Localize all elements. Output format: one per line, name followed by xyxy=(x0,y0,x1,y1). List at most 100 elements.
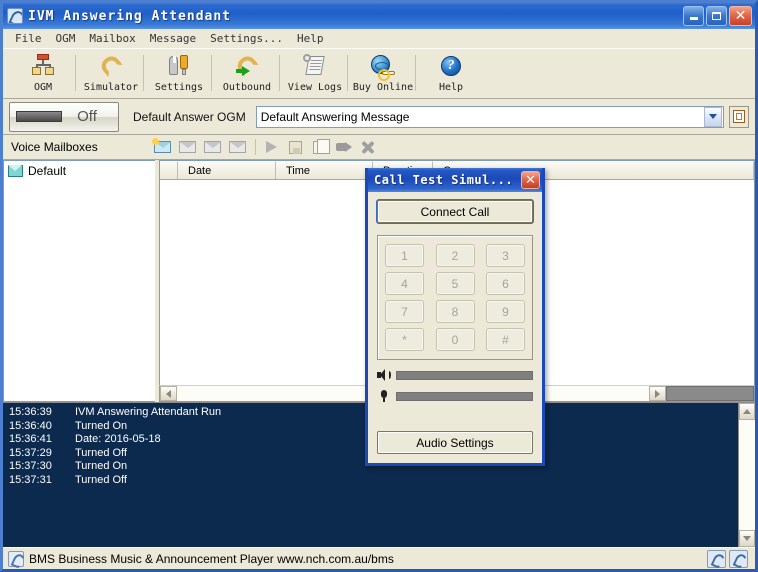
dialpad-key-8[interactable]: 8 xyxy=(435,300,475,323)
toolbar-button-simulator[interactable]: Simulator xyxy=(75,50,145,97)
dialpad-key-5[interactable]: 5 xyxy=(435,272,475,295)
tray-icon-2[interactable] xyxy=(729,549,748,568)
dialpad-key-star[interactable]: * xyxy=(385,328,424,351)
dialpad-key-4[interactable]: 4 xyxy=(385,272,424,295)
dialog-title-bar: Call Test Simul... ✕ xyxy=(368,168,542,192)
scroll-down-button[interactable] xyxy=(739,530,755,547)
scroll-document-icon xyxy=(302,53,328,79)
menu-bar: File OGM Mailbox Message Settings... Hel… xyxy=(3,29,755,48)
menu-item-file[interactable]: File xyxy=(8,31,49,46)
scroll-up-button[interactable] xyxy=(739,403,755,420)
screen: 下载吧 www.xiazaiba.com IVM Answering Atten… xyxy=(0,0,758,572)
dialpad-row: 7 8 9 xyxy=(385,300,525,323)
dialog-body: Connect Call 1 2 3 4 5 6 7 8 9 * 0 # Aud… xyxy=(368,192,542,463)
toolbar-separator xyxy=(255,139,256,155)
answering-toggle[interactable]: Off xyxy=(9,101,119,132)
speaker-level-slider[interactable] xyxy=(396,370,533,380)
save-message-icon[interactable] xyxy=(287,139,305,156)
tree-item-default[interactable]: Default xyxy=(4,161,155,181)
dialpad-key-0[interactable]: 0 xyxy=(435,328,475,351)
dialpad-key-1[interactable]: 1 xyxy=(385,244,424,267)
default-ogm-combobox[interactable]: Default Answering Message xyxy=(255,105,724,128)
org-chart-icon xyxy=(30,53,56,79)
toolbar-label-outbound: Outbound xyxy=(222,82,272,93)
toolbar-button-outbound[interactable]: Outbound xyxy=(211,50,281,97)
export-message-icon[interactable] xyxy=(335,139,353,156)
log-entry: 15:37:31 Turned Off xyxy=(9,474,738,488)
column-header-date[interactable]: Date xyxy=(178,161,276,179)
dialpad-key-3[interactable]: 3 xyxy=(486,244,525,267)
tools-icon xyxy=(166,53,192,79)
chevron-down-icon[interactable] xyxy=(704,106,722,127)
dialpad-key-hash[interactable]: # xyxy=(486,328,525,351)
copy-message-icon[interactable] xyxy=(311,138,330,156)
phone-out-arrow-icon xyxy=(234,52,260,79)
menu-item-settings[interactable]: Settings... xyxy=(203,31,290,46)
menu-item-mailbox[interactable]: Mailbox xyxy=(82,31,142,46)
copy-mailbox-icon[interactable] xyxy=(203,139,223,156)
hscroll-thumb[interactable] xyxy=(666,386,754,401)
log-entry-time: 15:37:29 xyxy=(9,446,52,459)
dialpad-row: * 0 # xyxy=(385,328,525,351)
toolbar-button-ogm[interactable]: OGM xyxy=(9,50,77,97)
close-button[interactable]: ✕ xyxy=(729,6,752,26)
app-phone-icon xyxy=(7,8,23,24)
toolbar-label-ogm: OGM xyxy=(33,82,53,93)
edit-ogm-button[interactable] xyxy=(729,105,749,128)
column-header-icon[interactable] xyxy=(160,161,178,179)
default-answer-ogm-label: Default Answer OGM xyxy=(133,109,246,124)
window-title: IVM Answering Attendant xyxy=(28,8,232,24)
status-text: BMS Business Music & Announcement Player… xyxy=(29,551,394,566)
menu-item-ogm[interactable]: OGM xyxy=(49,31,83,46)
tray-icon-1[interactable] xyxy=(707,549,726,568)
log-entry-text: Date: 2016-05-18 xyxy=(75,433,161,446)
toolbar-button-view-logs[interactable]: View Logs xyxy=(279,50,349,97)
toolbar-button-buy-online[interactable]: Buy Online xyxy=(347,50,417,97)
dialog-close-button[interactable]: ✕ xyxy=(521,171,540,189)
globe-key-icon xyxy=(370,53,396,81)
main-toolbar: OGM Simulator Settings Outbound View Log… xyxy=(3,48,755,99)
scroll-left-button[interactable] xyxy=(160,386,177,401)
menu-item-message[interactable]: Message xyxy=(143,31,203,46)
maximize-button[interactable] xyxy=(706,6,727,26)
mic-level-slider[interactable] xyxy=(396,391,533,401)
toolbar-button-settings[interactable]: Settings xyxy=(143,50,213,97)
audio-settings-button[interactable]: Audio Settings xyxy=(377,431,533,454)
mailbox-icon xyxy=(8,164,24,178)
edit-ogm-icon xyxy=(733,110,745,123)
speaker-level-row xyxy=(377,369,533,381)
dialpad-key-6[interactable]: 6 xyxy=(486,272,525,295)
status-tray xyxy=(707,549,752,568)
minimize-button[interactable] xyxy=(683,6,704,26)
status-app-icon xyxy=(8,550,24,567)
voice-mailboxes-bar: Voice Mailboxes xyxy=(3,135,755,160)
log-entry-time: 15:36:40 xyxy=(9,419,52,432)
column-header-time[interactable]: Time xyxy=(276,161,373,179)
delete-mailbox-icon[interactable] xyxy=(228,139,248,156)
dialpad-key-9[interactable]: 9 xyxy=(486,300,525,323)
log-entry-text: Turned On xyxy=(75,419,128,432)
connect-call-button[interactable]: Connect Call xyxy=(377,200,533,223)
dialpad-key-7[interactable]: 7 xyxy=(385,300,424,323)
toolbar-button-help[interactable]: ? Help xyxy=(415,50,485,97)
menu-item-help[interactable]: Help xyxy=(290,31,331,46)
mailbox-tree[interactable]: Default xyxy=(3,160,155,402)
edit-mailbox-icon[interactable] xyxy=(178,139,198,156)
log-entry-text: Turned Off xyxy=(75,446,127,459)
log-entry-time: 15:36:41 xyxy=(9,433,52,446)
question-circle-icon: ? xyxy=(438,53,464,79)
scroll-right-button[interactable] xyxy=(649,386,666,401)
log-vscrollbar[interactable] xyxy=(738,403,755,547)
dialpad-key-2[interactable]: 2 xyxy=(435,244,475,267)
status-bar: BMS Business Music & Announcement Player… xyxy=(3,547,755,569)
vscroll-track[interactable] xyxy=(739,420,755,530)
voice-mailboxes-label: Voice Mailboxes xyxy=(11,140,98,154)
dialog-footer: Audio Settings xyxy=(377,419,533,454)
log-entry-time: 15:37:30 xyxy=(9,460,52,473)
log-entry-text: IVM Answering Attendant Run xyxy=(75,406,222,418)
call-test-simulator-dialog: Call Test Simul... ✕ Connect Call 1 2 3 … xyxy=(365,168,545,466)
dialog-title: Call Test Simul... xyxy=(374,173,514,187)
delete-message-icon[interactable] xyxy=(359,139,377,156)
new-mailbox-icon[interactable] xyxy=(152,137,173,156)
play-message-icon[interactable] xyxy=(263,139,281,156)
